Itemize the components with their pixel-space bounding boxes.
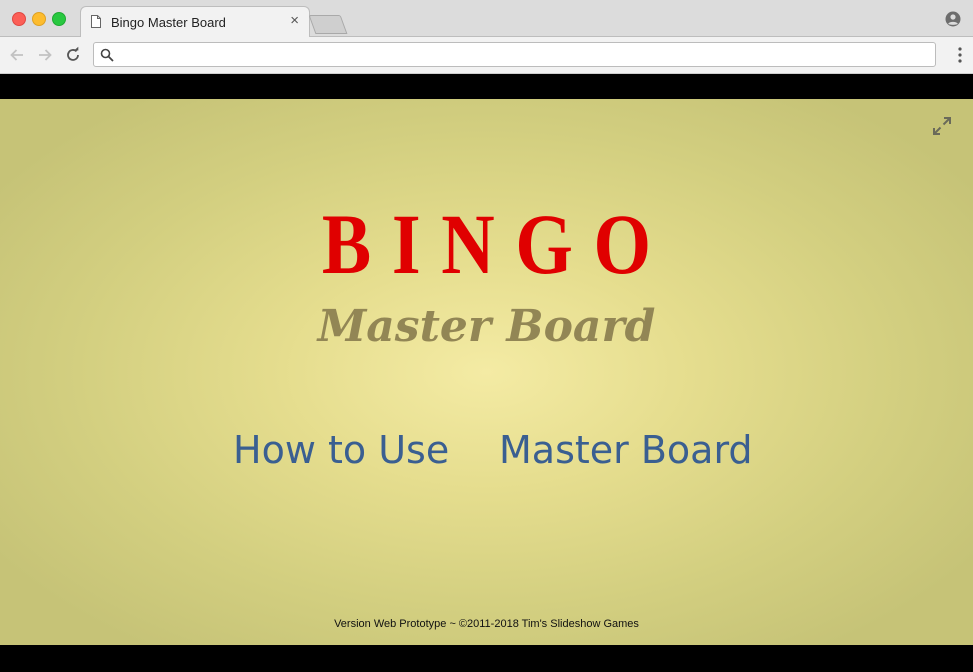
new-tab-button[interactable]	[308, 15, 348, 34]
game-stage: BINGO Master Board How to Use Master Boa…	[0, 99, 973, 645]
reload-icon[interactable]	[64, 46, 82, 64]
how-to-use-link[interactable]: How to Use	[233, 425, 449, 475]
back-arrow-icon[interactable]	[8, 46, 26, 64]
page-viewport: BINGO Master Board How to Use Master Boa…	[0, 74, 973, 672]
footer-version-text: Version Web Prototype ~ ©2011-2018 Tim's…	[334, 618, 639, 630]
browser-tab[interactable]: Bingo Master Board ×	[80, 6, 310, 37]
tab-title: Bingo Master Board	[111, 15, 226, 30]
window-maximize-button[interactable]	[52, 12, 66, 26]
window-close-button[interactable]	[12, 12, 26, 26]
page-subtitle: Master Board	[317, 301, 656, 352]
browser-tab-bar: Bingo Master Board ×	[0, 0, 973, 37]
page-title: BINGO	[321, 196, 672, 292]
master-board-link[interactable]: Master Board	[499, 425, 753, 475]
browser-toolbar	[0, 37, 973, 74]
kebab-menu-icon[interactable]	[957, 47, 963, 63]
forward-arrow-icon[interactable]	[36, 46, 54, 64]
address-bar[interactable]	[93, 42, 936, 67]
search-icon	[100, 48, 114, 62]
profile-icon[interactable]	[945, 11, 961, 27]
address-input[interactable]	[118, 45, 922, 66]
tab-close-icon[interactable]: ×	[290, 13, 299, 29]
page-icon	[91, 15, 101, 28]
window-minimize-button[interactable]	[32, 12, 46, 26]
main-menu: How to Use Master Board	[0, 425, 973, 475]
fullscreen-expand-icon[interactable]	[931, 115, 953, 137]
